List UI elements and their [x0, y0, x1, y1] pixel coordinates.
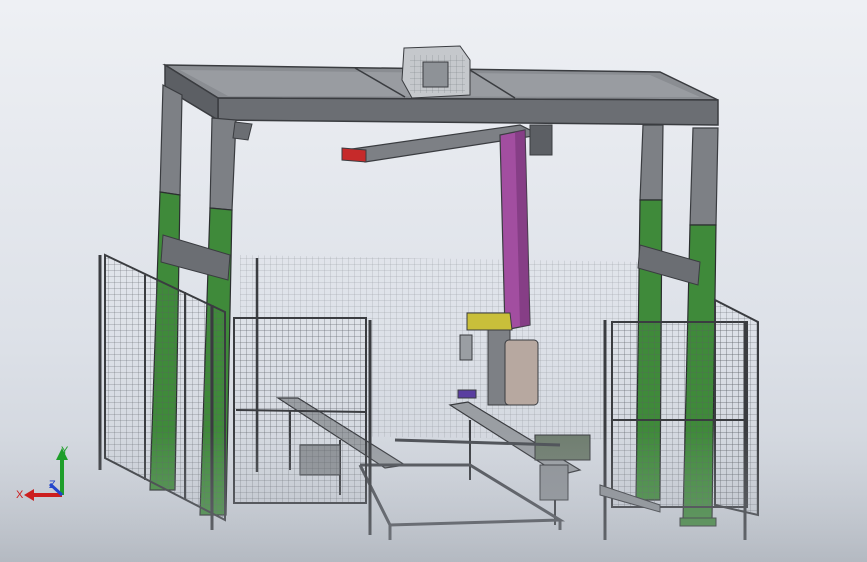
assembly-model[interactable]	[0, 0, 867, 562]
floor-shading	[0, 430, 867, 562]
cad-viewport[interactable]: Y X Z	[0, 0, 867, 562]
top-motor-housing	[401, 45, 471, 99]
vertical-mast	[499, 129, 531, 331]
y-axis-label: Y	[61, 445, 69, 457]
axis-triad: Y X Z	[16, 445, 69, 501]
z-axis-label: Z	[49, 479, 56, 491]
x-axis-label: X	[16, 489, 24, 501]
x-arrow-icon	[24, 489, 34, 501]
